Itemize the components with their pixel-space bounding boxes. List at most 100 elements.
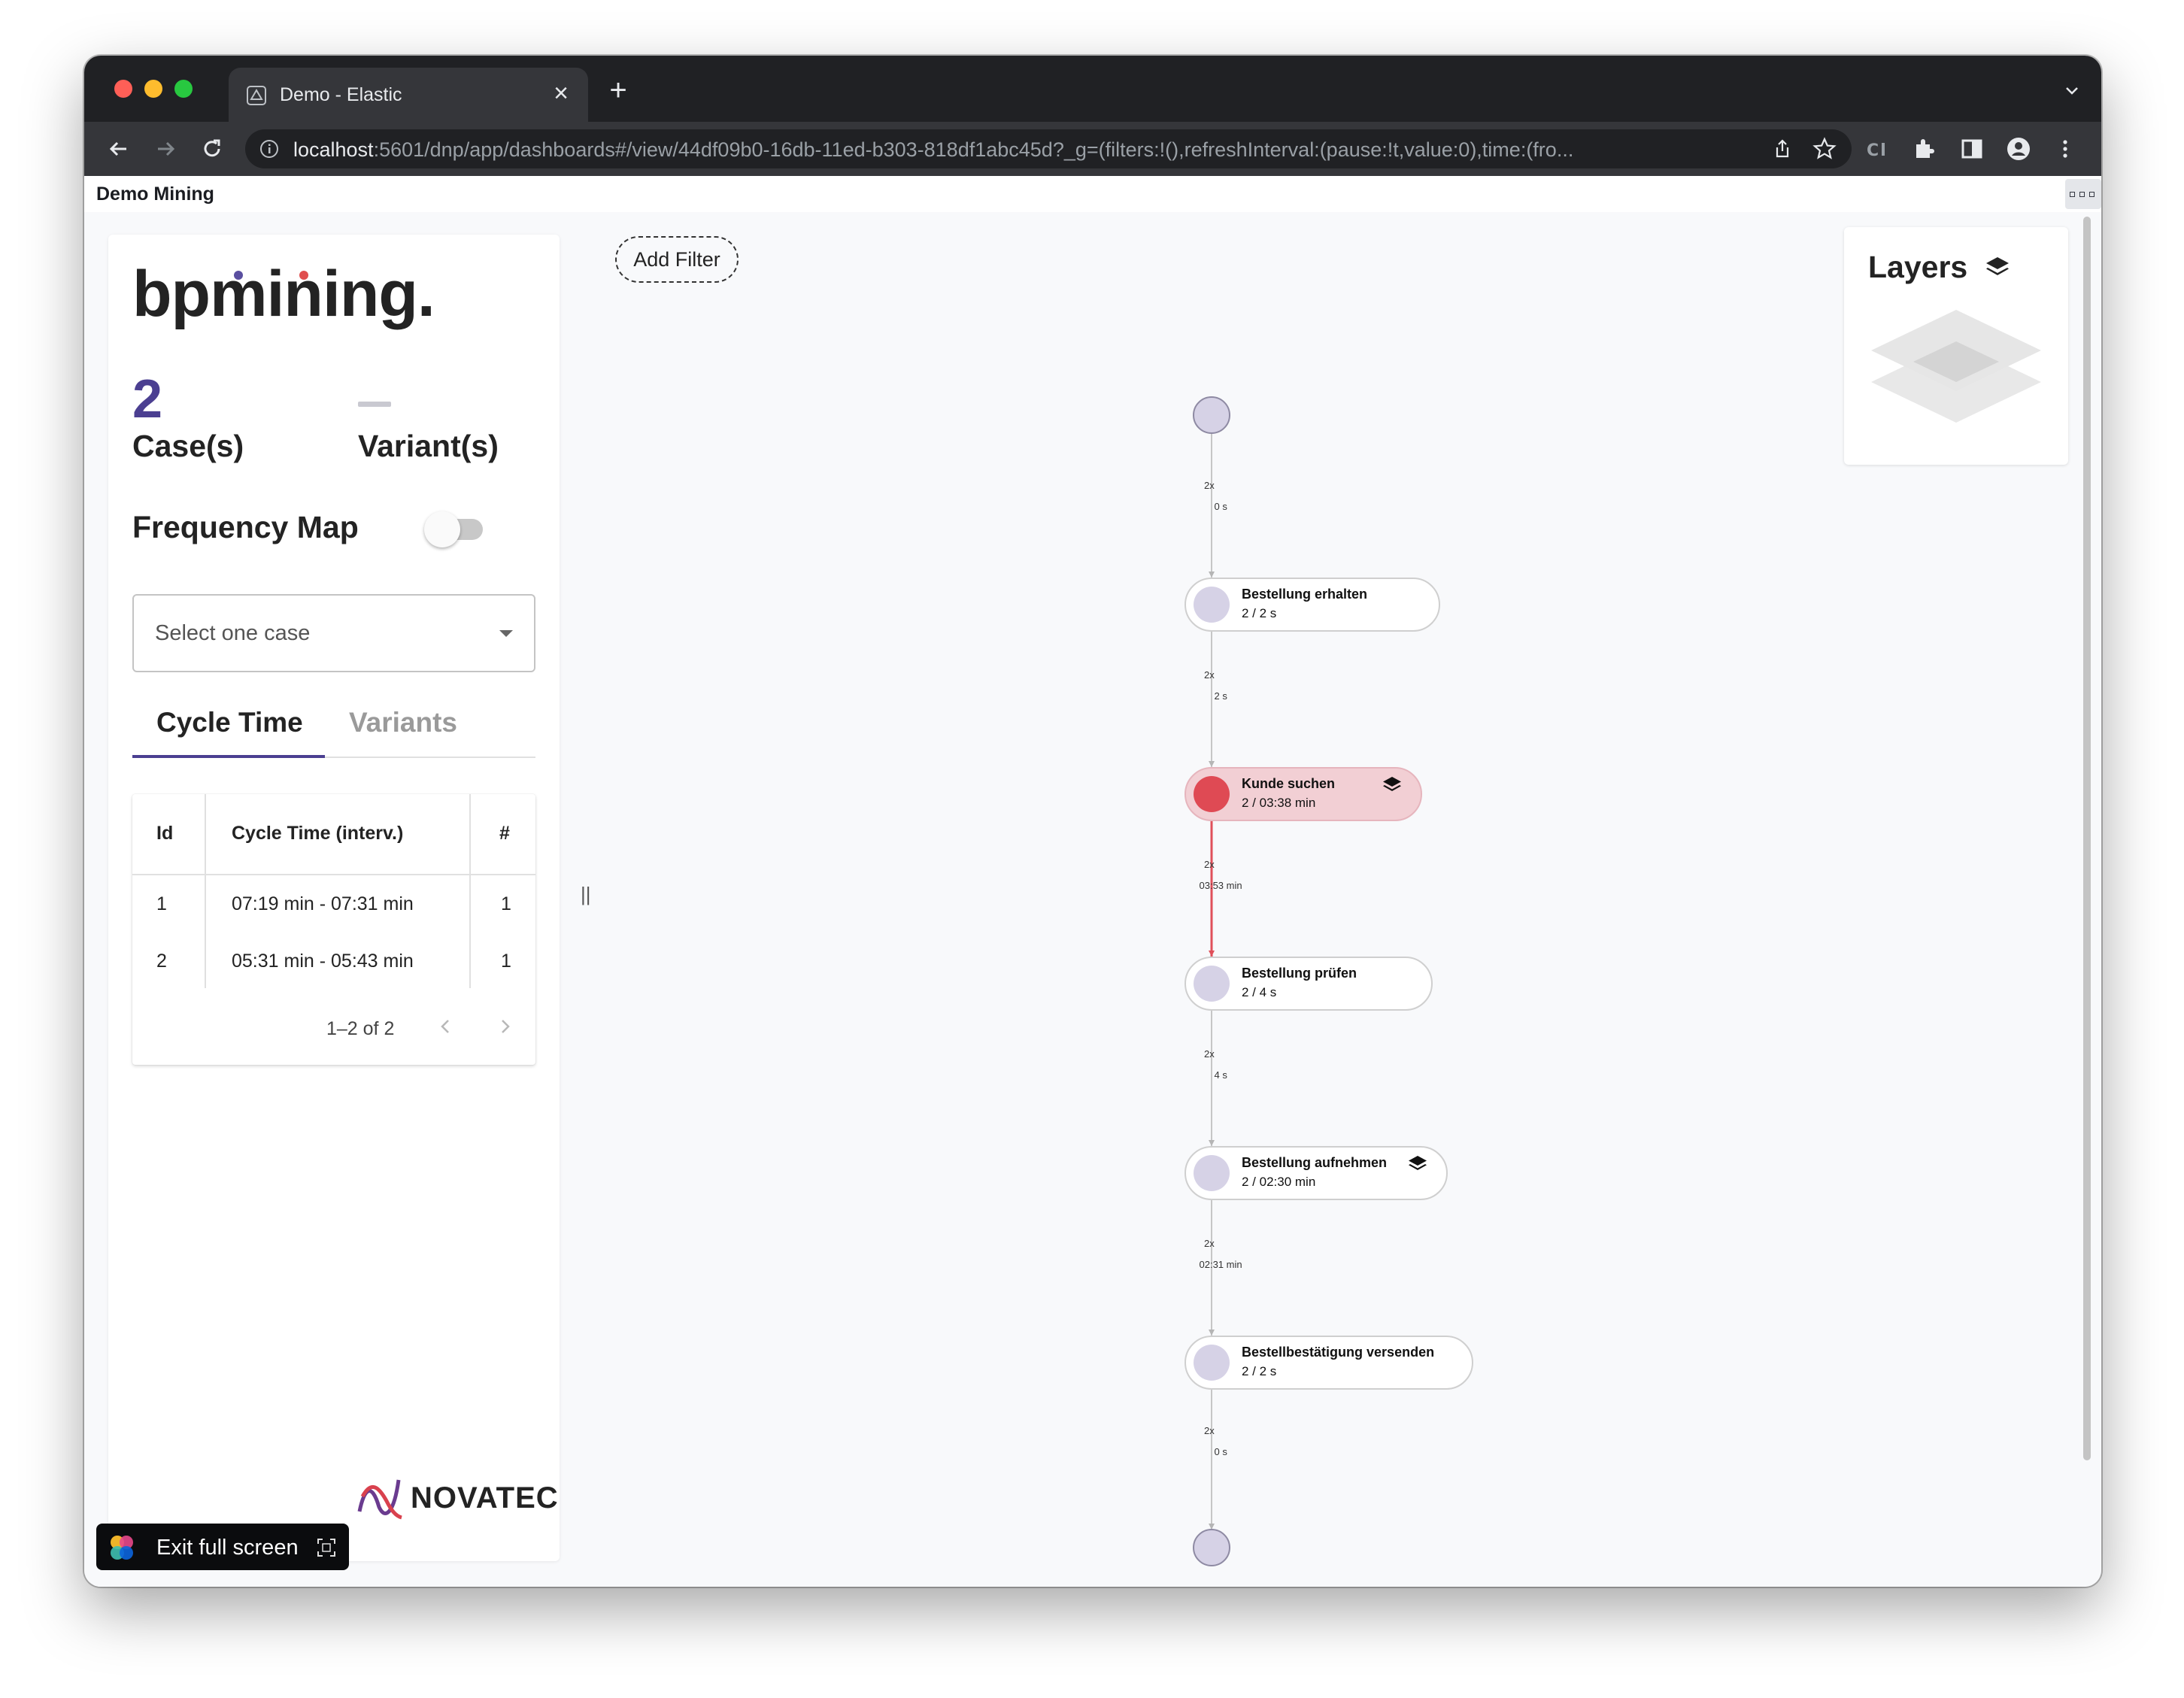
layers-title: Layers	[1868, 250, 1968, 284]
logo-dot-red	[299, 271, 308, 280]
pagination-text: 1–2 of 2	[326, 1018, 395, 1039]
toggle-knob	[424, 511, 460, 547]
edge-time-label: 0 s	[1214, 501, 1227, 512]
activity-node[interactable]: Bestellung aufnehmen 2 / 02:30 min	[1185, 1146, 1448, 1200]
share-icon[interactable]	[1770, 137, 1794, 161]
tab-search-chevron-icon[interactable]	[2061, 80, 2083, 102]
browser-tab-bar: Demo - Elastic × +	[84, 56, 2101, 122]
activity-node-circle	[1194, 966, 1230, 1002]
url-text: localhost:5601/dnp/app/dashboards#/view/…	[293, 138, 1722, 162]
side-panel-icon[interactable]	[1957, 134, 1987, 164]
edge-time-label: 0 s	[1214, 1446, 1227, 1457]
activity-node-circle	[1194, 1345, 1230, 1381]
svg-text:C: C	[1867, 141, 1879, 160]
activity-stats: 2 / 4 s	[1242, 985, 1277, 999]
maximize-window-button[interactable]	[174, 80, 193, 98]
browser-menu-kebab-icon[interactable]	[2050, 134, 2080, 164]
layers-icon[interactable]	[1382, 775, 1403, 796]
activity-stats: 2 / 03:38 min	[1242, 796, 1316, 810]
new-tab-button[interactable]: +	[603, 75, 633, 107]
exit-full-screen-button[interactable]: Exit full screen	[96, 1524, 349, 1570]
add-filter-button[interactable]: Add Filter	[615, 236, 739, 283]
edge-arrowhead	[1209, 1524, 1215, 1530]
cycle-time-table: Id Cycle Time (interv.) # 1 07:19 min - …	[132, 794, 535, 1065]
edge-arrowhead	[1209, 572, 1215, 578]
address-bar[interactable]: localhost:5601/dnp/app/dashboards#/view/…	[245, 129, 1852, 168]
edge-arrowhead	[1209, 1140, 1215, 1146]
site-info-icon[interactable]	[259, 138, 280, 159]
reload-icon[interactable]	[197, 134, 227, 164]
edge-time-label: 03:53 min	[1199, 880, 1242, 891]
activity-name: Bestellbestätigung versenden	[1242, 1345, 1435, 1360]
variants-count-placeholder	[358, 402, 391, 407]
tab-variants[interactable]: Variants	[349, 707, 457, 738]
bookmark-star-icon[interactable]	[1811, 135, 1838, 162]
tab-close-icon[interactable]: ×	[546, 78, 576, 108]
browser-tab[interactable]: Demo - Elastic ×	[229, 68, 588, 122]
edge-arrowhead	[1209, 1330, 1215, 1336]
browser-toolbar: localhost:5601/dnp/app/dashboards#/view/…	[84, 122, 2101, 176]
forward-arrow-icon[interactable]	[150, 134, 180, 164]
extensions-puzzle-icon[interactable]	[1909, 134, 1939, 164]
activity-node[interactable]: Bestellbestätigung versenden 2 / 2 s	[1185, 1336, 1473, 1390]
exit-full-screen-label: Exit full screen	[156, 1536, 299, 1560]
activity-node-circle	[1194, 587, 1230, 623]
activity-node[interactable]: Bestellung erhalten 2 / 2 s	[1185, 578, 1440, 632]
edge-time-label: 02:31 min	[1199, 1259, 1242, 1270]
activity-name: Bestellung prüfen	[1242, 966, 1357, 981]
edge-count-label: 2x	[1204, 1425, 1215, 1436]
layers-icon	[1986, 257, 2009, 275]
case-select-placeholder: Select one case	[155, 621, 311, 645]
cases-count: 2	[132, 369, 163, 429]
vertical-scrollbar[interactable]	[2083, 217, 2091, 1460]
edge-time-label: 4 s	[1214, 1069, 1227, 1081]
cases-label: Case(s)	[132, 429, 244, 463]
column-header-count[interactable]: #	[499, 823, 510, 844]
tab-cycle-time[interactable]: Cycle Time	[156, 707, 303, 738]
column-header-cycle-time[interactable]: Cycle Time (interv.)	[232, 823, 403, 844]
novatec-mark-icon	[357, 1479, 402, 1520]
novatec-logo: NOVATEC	[356, 1474, 558, 1522]
activity-stats: 2 / 2 s	[1242, 606, 1277, 620]
back-arrow-icon[interactable]	[104, 134, 134, 164]
logo-dot-purple	[234, 271, 243, 280]
fullscreen-exit-icon	[317, 1539, 335, 1557]
case-select[interactable]: Select one case	[132, 594, 535, 672]
kibana-app: Demo Mining 2x 0 s 2x 2 s 2x 03:53 min 2x 4 s 2x…	[84, 176, 2101, 1587]
start-event-node[interactable]	[1193, 396, 1230, 434]
close-window-button[interactable]	[114, 80, 132, 98]
end-event-node[interactable]	[1193, 1529, 1230, 1566]
edge-count-label: 2x	[1204, 1238, 1215, 1249]
edge-arrowhead	[1209, 761, 1215, 767]
row-2-cycle-time: 05:31 min - 05:43 min	[232, 951, 414, 972]
activity-name: Bestellung erhalten	[1242, 587, 1368, 602]
chevron-right-icon[interactable]	[492, 1014, 517, 1039]
frequency-map-toggle[interactable]	[424, 508, 487, 547]
chevron-left-icon[interactable]	[433, 1014, 459, 1039]
url-path: :5601/dnp/app/dashboards#/view/44df09b0-…	[373, 138, 1574, 161]
column-divider	[469, 794, 471, 988]
profile-avatar-icon[interactable]	[2004, 134, 2034, 164]
panel-resize-handle[interactable]: ||	[581, 883, 591, 906]
row-1-count: 1	[501, 893, 511, 914]
layers-icon[interactable]	[1407, 1154, 1428, 1175]
activity-node[interactable]: Kunde suchen 2 / 03:38 min	[1185, 767, 1422, 821]
column-divider	[205, 794, 206, 988]
row-1-id: 1	[156, 893, 167, 914]
edge-count-label: 2x	[1204, 480, 1215, 491]
active-tab-indicator	[132, 755, 325, 758]
activity-stats: 2 / 02:30 min	[1242, 1175, 1316, 1189]
elastic-logo-icon	[111, 1536, 133, 1560]
url-host: localhost	[293, 138, 374, 161]
variants-label: Variant(s)	[358, 429, 499, 463]
column-header-id[interactable]: Id	[156, 823, 173, 844]
edge-count-label: 2x	[1204, 1048, 1215, 1060]
row-2-count: 1	[501, 951, 511, 972]
minimize-window-button[interactable]	[144, 80, 162, 98]
activity-node[interactable]: Bestellung prüfen 2 / 4 s	[1185, 957, 1433, 1011]
row-1-cycle-time: 07:19 min - 07:31 min	[232, 893, 414, 914]
extension-ci-icon[interactable]: C	[1862, 134, 1892, 164]
mining-side-panel: bpmining. 2 Case(s) Variant(s) Frequency…	[108, 235, 560, 1561]
layers-stack-illustration-icon	[1871, 310, 2041, 423]
panel-tabs: Cycle Time Variants	[132, 695, 535, 758]
